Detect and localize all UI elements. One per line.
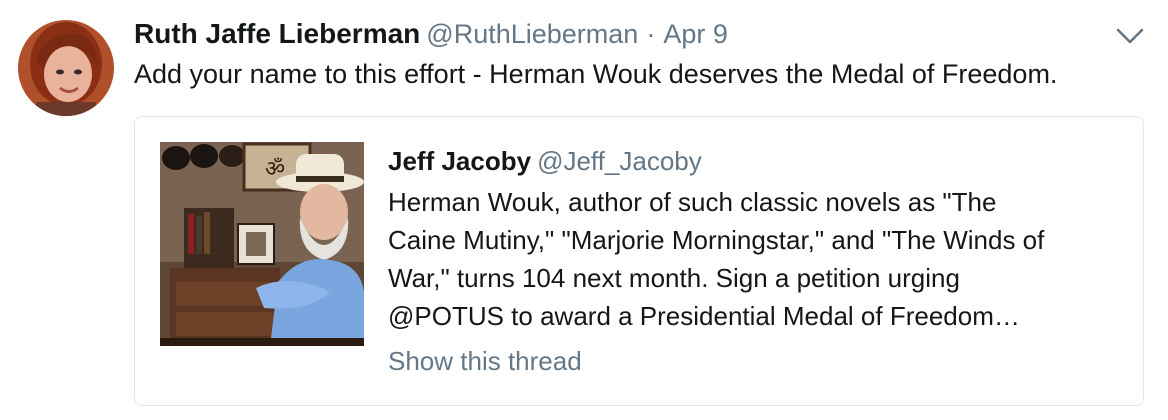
quoted-text-line: Caine Mutiny," "Marjorie Morningstar," a…: [388, 225, 1045, 255]
quoted-text-line: Herman Wouk, author of such classic nove…: [388, 187, 997, 217]
author-name[interactable]: Ruth Jaffe Lieberman: [134, 18, 420, 49]
photo-thumbnail: ॐ: [160, 142, 364, 346]
quoted-tweet-header: Jeff Jacoby @Jeff_Jacoby: [388, 143, 702, 179]
tweet-date[interactable]: Apr 9: [663, 19, 728, 49]
quoted-text-line: War," turns 104 next month. Sign a petit…: [388, 263, 960, 293]
quoted-text-line: @POTUS to award a Presidential Medal of …: [388, 301, 1020, 331]
quoted-tweet-text: Herman Wouk, author of such classic nove…: [388, 183, 1128, 335]
quoted-author-name[interactable]: Jeff Jacoby: [388, 146, 531, 176]
show-thread-link[interactable]: Show this thread: [388, 343, 582, 379]
tweet-header: Ruth Jaffe Lieberman @RuthLieberman · Apr 9: [134, 14, 728, 54]
avatar[interactable]: [18, 20, 114, 116]
tweet-text: Add your name to this effort - Herman Wo…: [134, 59, 1058, 89]
quoted-author-handle[interactable]: @Jeff_Jacoby: [537, 146, 702, 176]
author-handle[interactable]: @RuthLieberman: [426, 19, 638, 49]
separator: ·: [646, 19, 656, 49]
quoted-tweet-card[interactable]: ॐ Jeff Jacoby @Jeff_Jacoby Herman Wouk, …: [134, 116, 1144, 406]
avatar-photo: [18, 20, 114, 116]
tweet-menu-button[interactable]: [1112, 22, 1148, 50]
chevron-down-icon: [1116, 28, 1144, 44]
quoted-tweet-media[interactable]: ॐ: [160, 142, 364, 346]
